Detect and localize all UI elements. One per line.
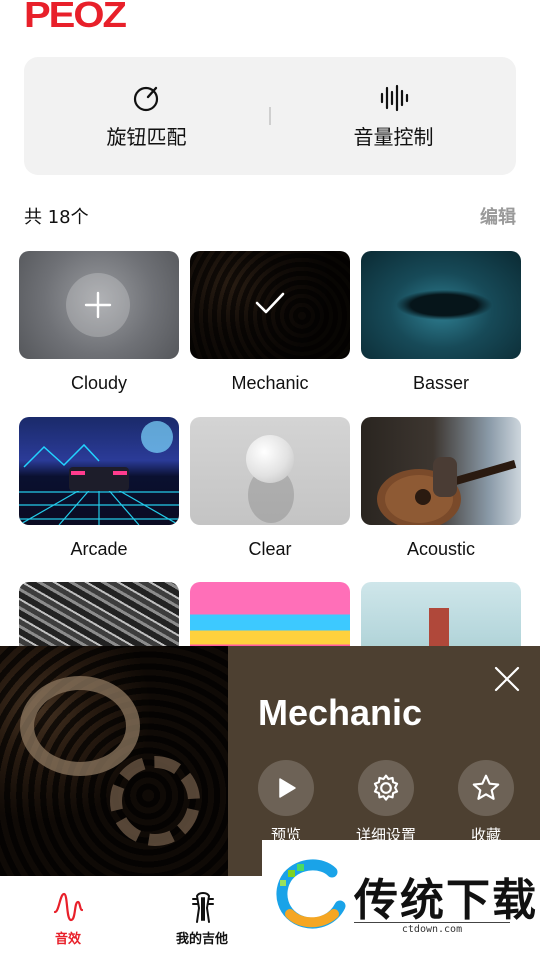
check-icon <box>255 292 285 314</box>
preset-tile-mechanic[interactable]: Mechanic <box>190 251 350 394</box>
preset-label: Mechanic <box>231 373 309 393</box>
watermark-url: ctdown.com <box>354 922 510 935</box>
knob-match-button[interactable]: 旋钮匹配 <box>24 57 269 175</box>
preset-label: Clear <box>248 539 292 559</box>
preset-thumbnail <box>361 417 521 525</box>
tower-shape <box>429 608 449 648</box>
preset-thumbnail <box>19 417 179 525</box>
tab-label: 音效 <box>54 932 81 947</box>
knob-icon <box>133 86 158 111</box>
preset-count-row: 共 18个 编辑 <box>24 203 516 229</box>
arcade-art <box>19 421 179 525</box>
guitar-art <box>377 457 517 525</box>
preset-thumbnail <box>190 417 350 525</box>
tab-effects[interactable]: 音效 <box>18 890 118 947</box>
play-icon <box>279 778 296 798</box>
preset-label: Acoustic <box>406 539 476 559</box>
add-icon[interactable] <box>66 273 130 337</box>
preview-button[interactable]: 预览 <box>241 760 331 845</box>
preset-tile-arcade[interactable]: Arcade <box>19 417 179 560</box>
tool-label: 旋钮匹配 <box>106 124 187 149</box>
watermark: 传统下载 ctdown.com <box>262 840 540 940</box>
detail-settings-button[interactable]: 详细设置 <box>341 760 431 845</box>
preset-tile-clear[interactable]: Clear <box>190 417 350 560</box>
action-circle <box>358 760 414 816</box>
tool-label: 音量控制 <box>353 124 434 149</box>
soundwave-icon <box>380 84 408 111</box>
preset-thumbnail <box>361 251 521 359</box>
close-icon[interactable] <box>494 666 520 692</box>
watermark-logo <box>276 859 346 929</box>
preset-label: Cloudy <box>70 373 128 393</box>
popup-title: Mechanic <box>258 692 423 733</box>
preset-label: Basser <box>412 373 470 393</box>
star-icon <box>472 774 500 800</box>
popup-preview-image <box>0 646 228 876</box>
preset-count: 共 18个 <box>24 207 89 228</box>
sphere <box>246 435 294 483</box>
watermark-text: 传统下载 <box>354 875 538 926</box>
guitar-head-icon <box>192 892 214 923</box>
gear-icon <box>373 774 399 801</box>
tab-label: 我的吉他 <box>175 932 228 947</box>
edit-button[interactable]: 编辑 <box>480 203 516 229</box>
preset-thumbnail <box>190 251 350 359</box>
volume-control-button[interactable]: 音量控制 <box>271 57 516 175</box>
preset-tile-cloudy[interactable]: Cloudy <box>19 251 179 394</box>
favorite-button[interactable]: 收藏 <box>441 760 531 845</box>
preset-tile-basser[interactable]: Basser <box>361 251 521 394</box>
preset-thumbnail <box>19 251 179 359</box>
wave-icon <box>53 892 83 922</box>
gear-shape <box>20 676 140 776</box>
tab-my-guitar[interactable]: 我的吉他 <box>152 890 252 947</box>
preset-label: Arcade <box>70 539 128 559</box>
preset-tile-acoustic[interactable]: Acoustic <box>361 417 521 560</box>
brand-logo: PEOZ <box>24 0 127 36</box>
tools-card: 旋钮匹配 音量控制 <box>24 57 516 175</box>
gear-shape <box>110 756 200 846</box>
action-circle <box>258 760 314 816</box>
action-circle <box>458 760 514 816</box>
